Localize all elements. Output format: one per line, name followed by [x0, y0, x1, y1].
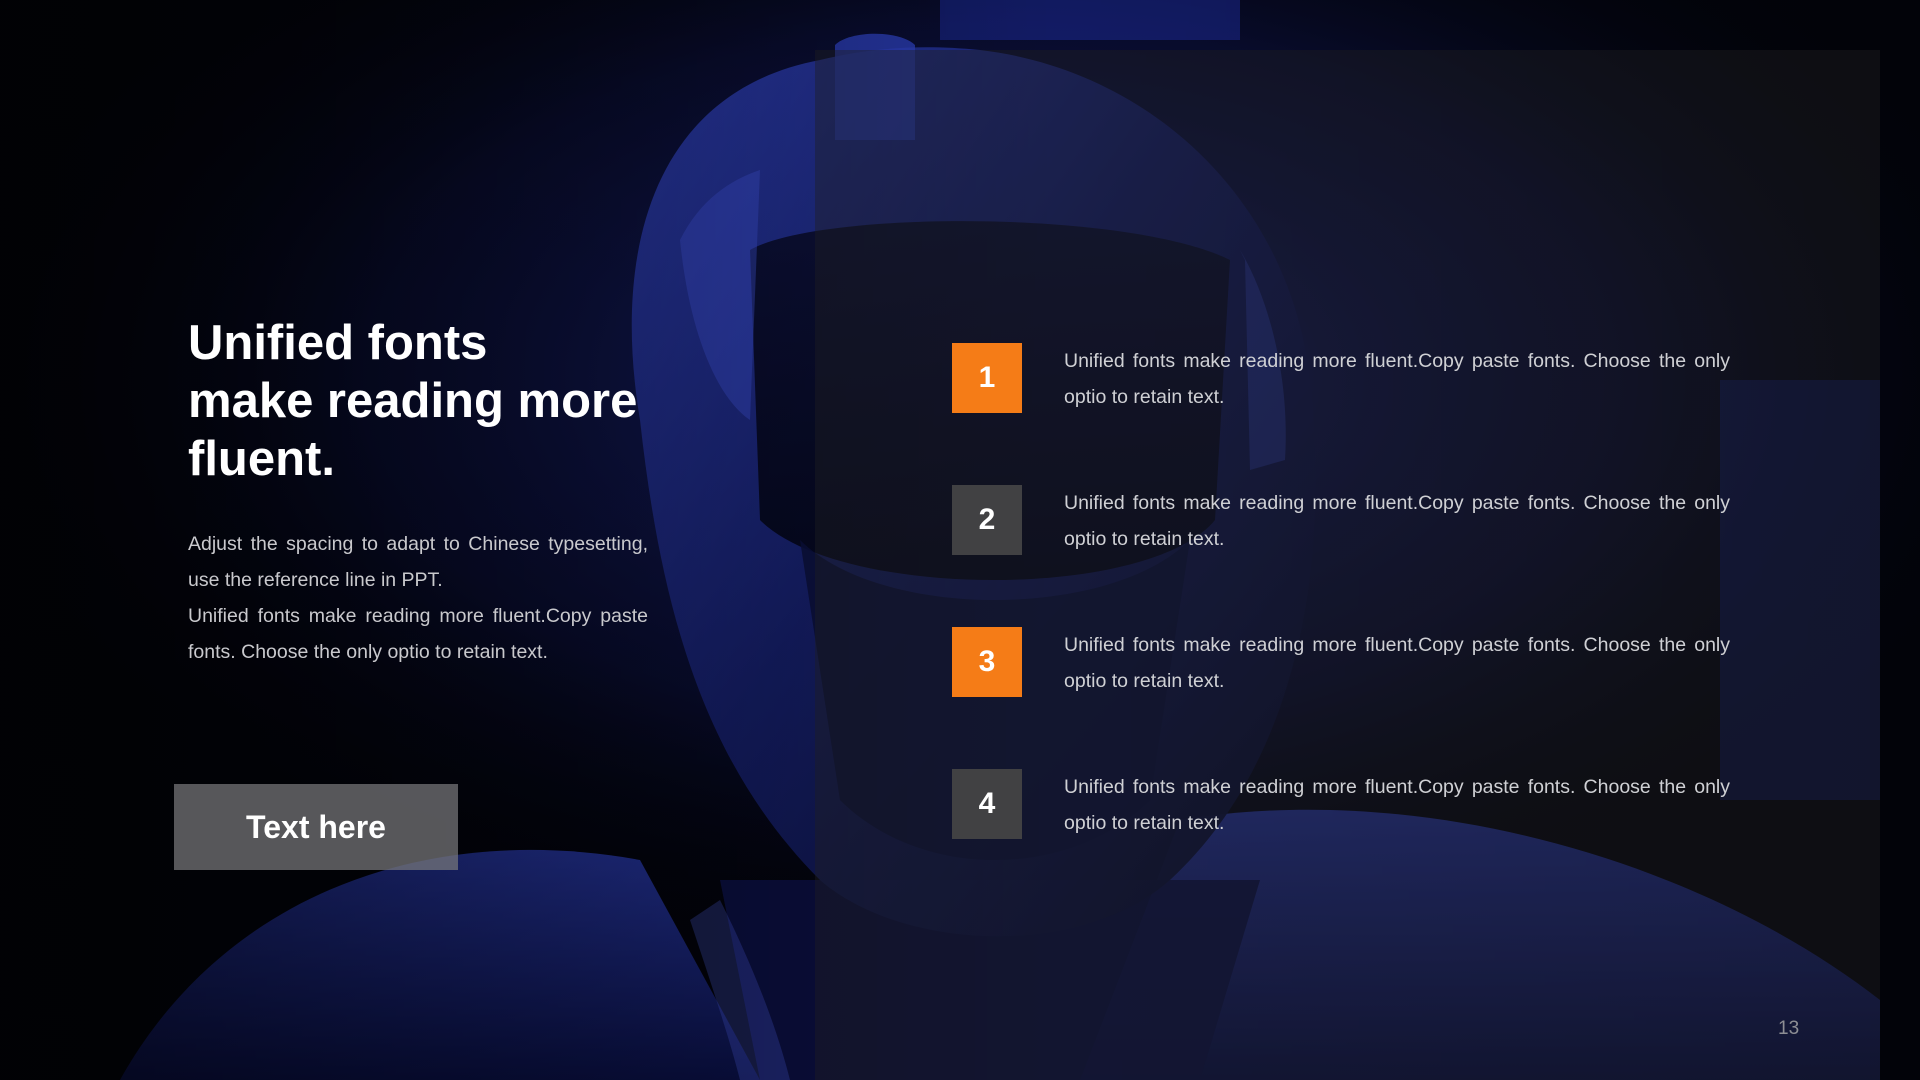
list-item-1: 1 Unified fonts make reading more fluent…	[952, 343, 1732, 423]
list-item-text-3: Unified fonts make reading more fluent.C…	[1064, 634, 1730, 692]
page-number: 13	[1778, 1018, 1800, 1039]
list-item-text-2: Unified fonts make reading more fluent.C…	[1064, 492, 1730, 550]
slide: Unified fonts make reading more fluent. …	[0, 0, 1920, 1080]
list-item-2: 2 Unified fonts make reading more fluent…	[952, 485, 1732, 565]
list-item-text-1: Unified fonts make reading more fluent.C…	[1064, 350, 1730, 408]
text-here-button[interactable]: Text here	[174, 784, 458, 870]
slide-title: Unified fonts make reading more fluent.	[188, 316, 638, 486]
number-badge-3: 3	[952, 627, 1022, 697]
number-badge-2: 2	[952, 485, 1022, 555]
content-overlay-panel	[815, 50, 1880, 1080]
list-item-3: 3 Unified fonts make reading more fluent…	[952, 627, 1732, 707]
number-badge-1: 1	[952, 343, 1022, 413]
number-badge-4: 4	[952, 769, 1022, 839]
list-item-text-4: Unified fonts make reading more fluent.C…	[1064, 776, 1730, 834]
list-item-4: 4 Unified fonts make reading more fluent…	[952, 769, 1732, 849]
slide-description: Adjust the spacing to adapt to Chinese t…	[188, 533, 648, 663]
